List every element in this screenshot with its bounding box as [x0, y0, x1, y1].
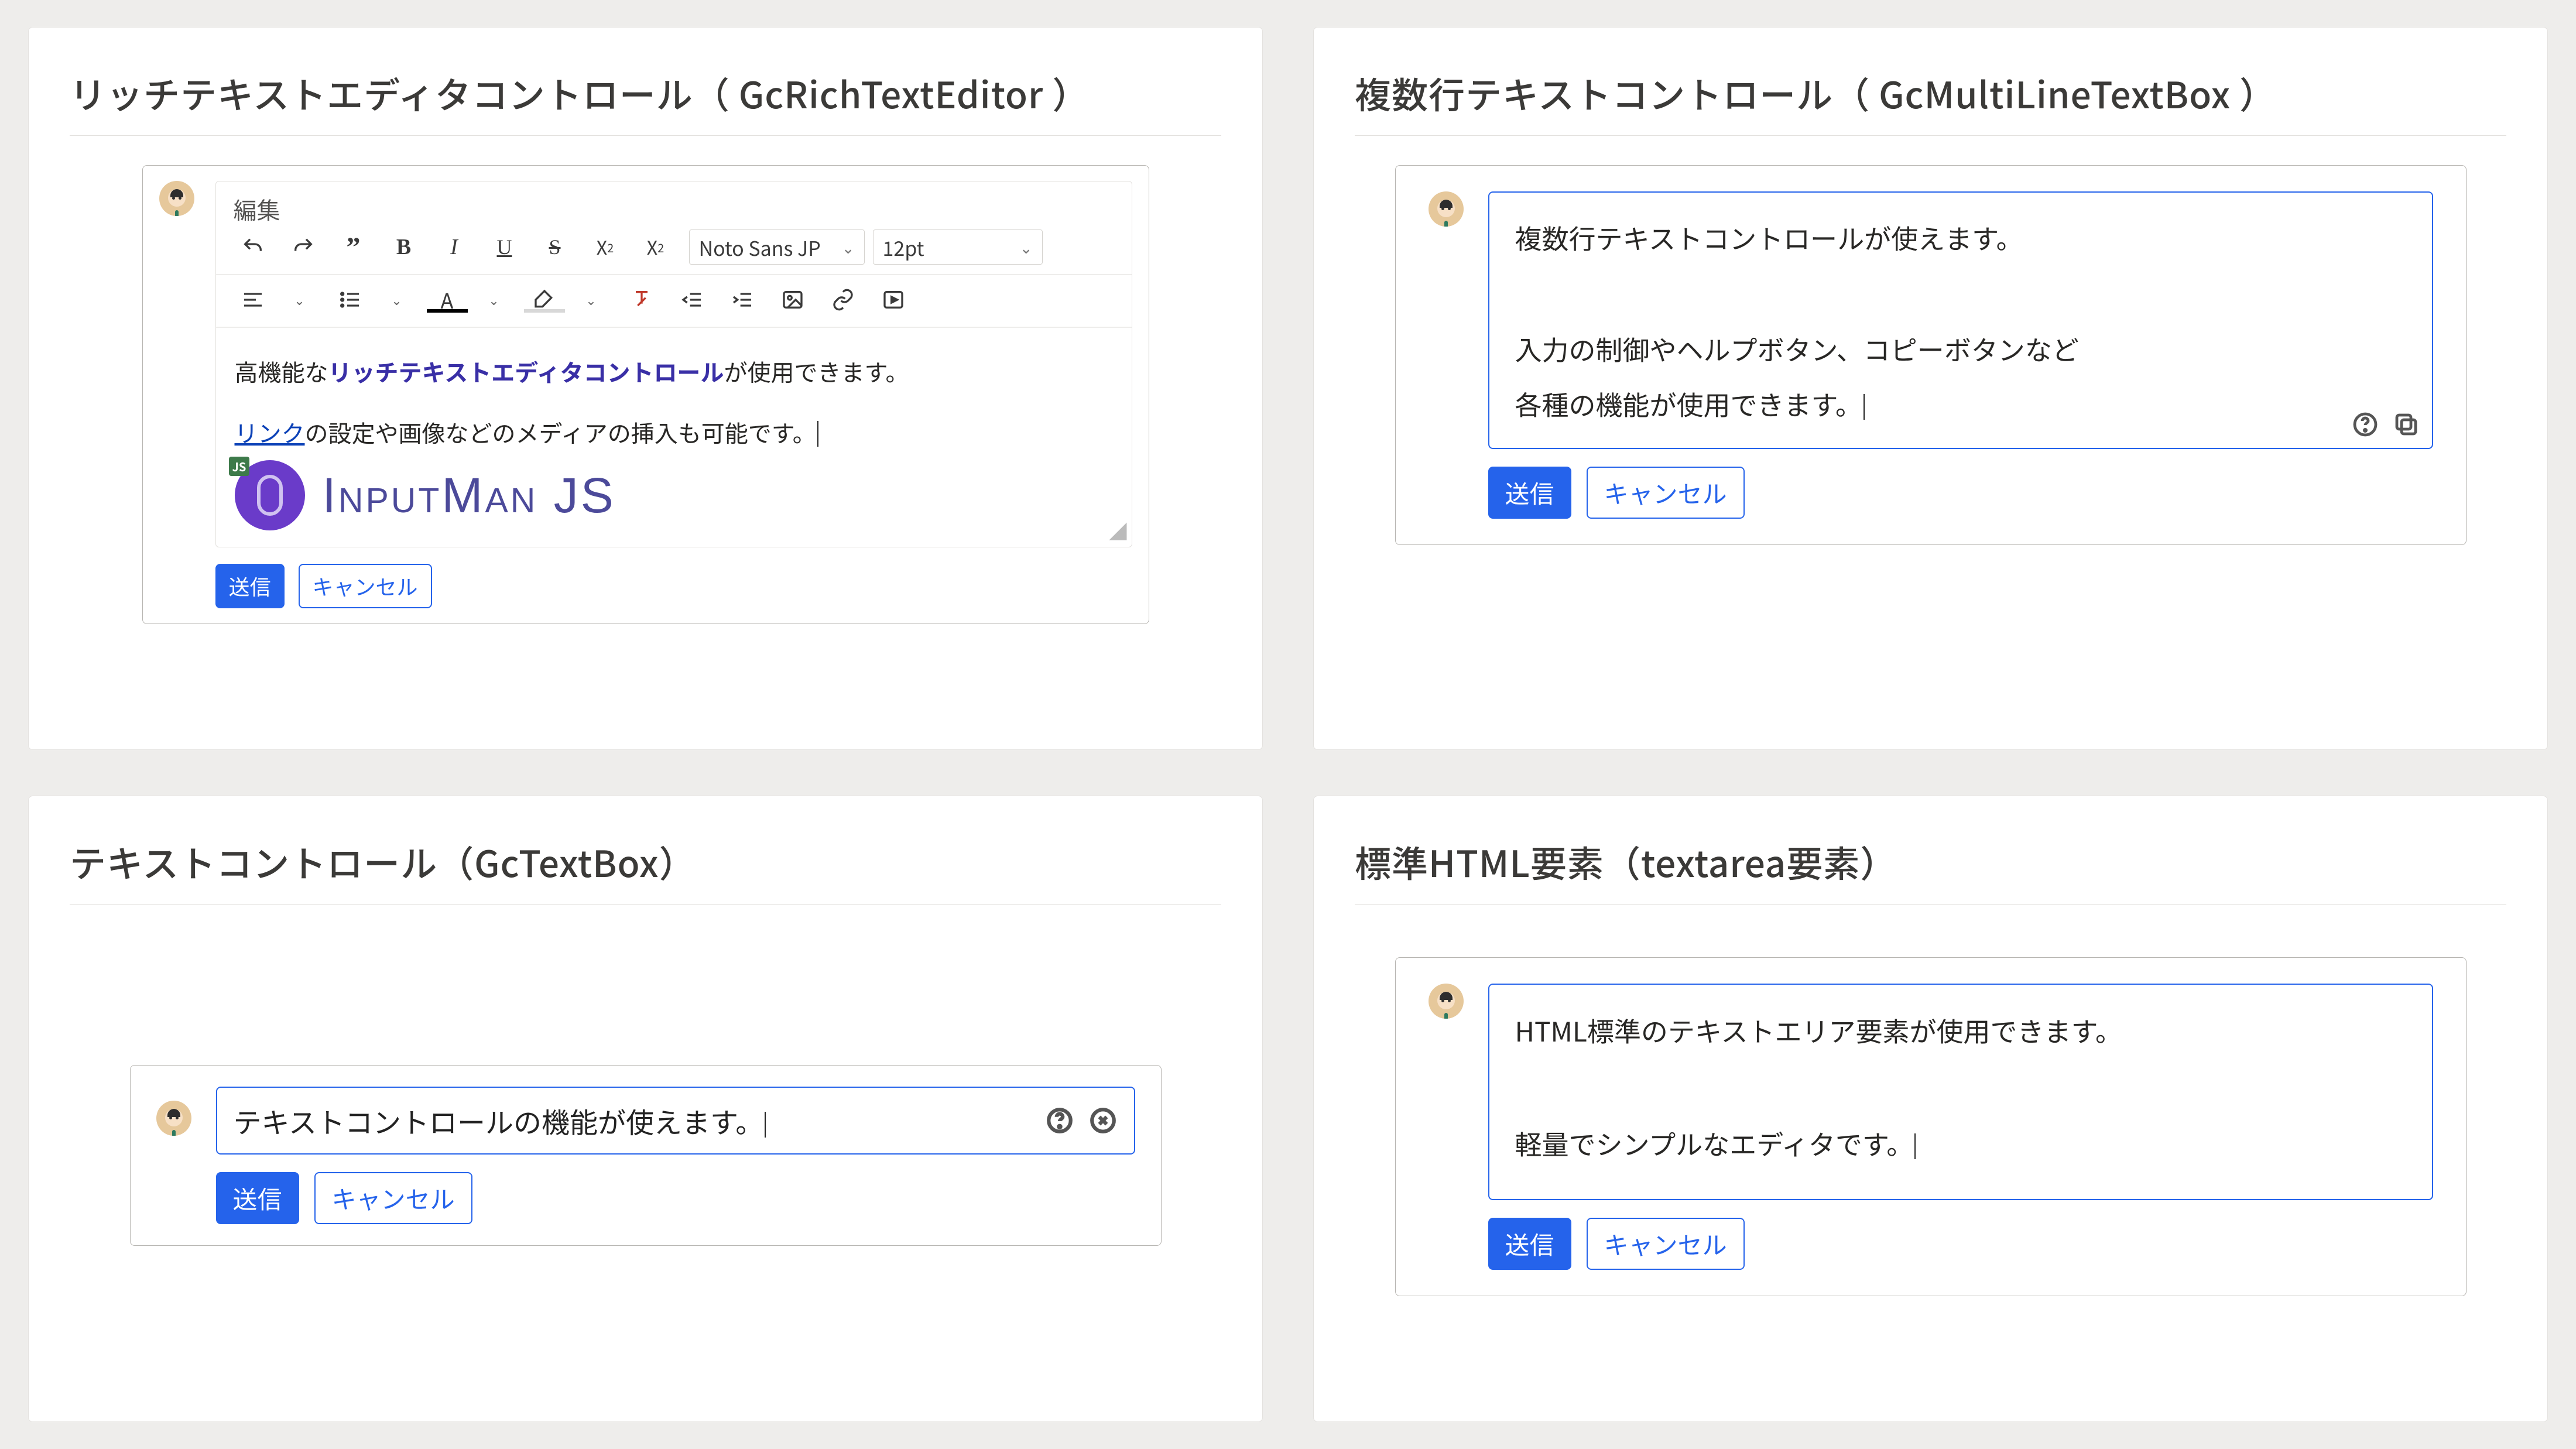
comment-container: 複数行テキストコントロールが使えます。 入力の制御やヘルプボタン、コピーボタンな…	[1395, 165, 2467, 545]
redo-icon[interactable]	[278, 229, 328, 265]
send-button[interactable]: 送信	[216, 1172, 299, 1224]
text-line: 複数行テキストコントロールが使えます。	[1515, 210, 2406, 266]
action-row: 送信 キャンセル	[216, 1172, 1135, 1224]
caret-icon	[765, 1112, 766, 1138]
superscript-icon[interactable]: X2	[580, 229, 631, 265]
avatar	[156, 1101, 191, 1136]
indent-icon[interactable]	[717, 282, 768, 317]
cancel-button[interactable]: キャンセル	[299, 564, 432, 608]
menu-edit[interactable]: 編集	[216, 181, 1132, 229]
card-title: テキストコントロール（GcTextBox）	[70, 835, 1221, 888]
text-line: 軽量でシンプルなエディタです。	[1515, 1115, 2406, 1172]
text-line: 各種の機能が使用できます。	[1515, 376, 2406, 432]
separator	[1355, 135, 2506, 136]
help-icon[interactable]	[1045, 1106, 1074, 1135]
link-text[interactable]: リンク	[235, 415, 305, 449]
toolbar-row-1: ” B I U S X2 X2 Noto Sans JP ⌄ 12pt ⌄	[216, 229, 1132, 275]
list-icon[interactable]	[325, 282, 375, 317]
comment-container: 編集 ” B I U S X2 X2 Noto Sans JP ⌄	[142, 165, 1149, 624]
send-button[interactable]: 送信	[1488, 467, 1571, 519]
font-size-select[interactable]: 12pt ⌄	[873, 229, 1043, 265]
multiline-input[interactable]: 複数行テキストコントロールが使えます。 入力の制御やヘルプボタン、コピーボタンな…	[1488, 191, 2433, 449]
card-multiline: 複数行テキストコントロール（ GcMultiLineTextBox ） 複数行テ…	[1313, 27, 2548, 750]
blockquote-icon[interactable]: ”	[328, 229, 379, 265]
chevron-down-icon: ⌄	[1020, 237, 1033, 258]
text-color-icon[interactable]: A	[422, 282, 472, 317]
comment-container: テキストコントロールの機能が使えます。 送信 キャンセル	[130, 1065, 1162, 1246]
card-richtexteditor: リッチテキストエディタコントロール（ GcRichTextEditor ） 編集…	[28, 27, 1263, 750]
underline-icon[interactable]: U	[479, 229, 530, 265]
logo-row: InputMan JS	[235, 460, 1113, 530]
bold-text: リッチテキストエディタコントロール	[328, 354, 724, 388]
caret-icon	[1914, 1133, 1916, 1159]
link-icon[interactable]	[818, 282, 868, 317]
rich-editor[interactable]: 編集 ” B I U S X2 X2 Noto Sans JP ⌄	[215, 181, 1132, 547]
clear-format-icon[interactable]	[616, 282, 667, 317]
text-line: HTML標準のテキストエリア要素が使用できます。	[1515, 1002, 2406, 1059]
text-line	[1515, 1059, 2406, 1116]
toolbar-row-2: ⌄ ⌄ A ⌄ ⌄	[216, 275, 1132, 328]
italic-icon[interactable]: I	[429, 229, 479, 265]
outdent-icon[interactable]	[667, 282, 717, 317]
content-line: リンクの設定や画像などのメディアの挿入も可能です。	[235, 410, 1113, 454]
avatar	[1429, 191, 1464, 227]
caret-icon	[1864, 394, 1865, 420]
subscript-icon[interactable]: X2	[631, 229, 681, 265]
font-family-value: Noto Sans JP	[699, 233, 821, 262]
input-value: テキストコントロールの機能が使えます。	[234, 1100, 1045, 1141]
textarea[interactable]: HTML標準のテキストエリア要素が使用できます。 軽量でシンプルなエディタです。	[1488, 984, 2433, 1200]
clear-icon[interactable]	[1088, 1106, 1118, 1135]
action-row: 送信 キャンセル	[215, 564, 1132, 608]
card-textbox: テキストコントロール（GcTextBox） テキストコントロールの機能が使えます…	[28, 796, 1263, 1422]
font-family-select[interactable]: Noto Sans JP ⌄	[689, 229, 865, 265]
align-caret-icon[interactable]: ⌄	[275, 282, 325, 317]
separator	[70, 135, 1221, 136]
card-title: 標準HTML要素（textarea要素）	[1355, 835, 2506, 888]
send-button[interactable]: 送信	[215, 564, 285, 608]
chevron-down-icon: ⌄	[842, 237, 855, 258]
card-textarea: 標準HTML要素（textarea要素） HTML標準のテキストエリア要素が使用…	[1313, 796, 2548, 1422]
help-icon[interactable]	[2351, 410, 2379, 439]
avatar	[1429, 984, 1464, 1019]
cancel-button[interactable]: キャンセル	[1587, 467, 1745, 519]
strikethrough-icon[interactable]: S	[530, 229, 580, 265]
editor-body[interactable]: 高機能なリッチテキストエディタコントロールが使用できます。 リンクの設定や画像な…	[216, 328, 1132, 547]
media-icon[interactable]	[868, 282, 919, 317]
caret-icon	[817, 421, 818, 447]
list-caret-icon[interactable]: ⌄	[372, 282, 422, 317]
comment-container: HTML標準のテキストエリア要素が使用できます。 軽量でシンプルなエディタです。…	[1395, 957, 2467, 1296]
logo-text: InputMan JS	[323, 467, 616, 524]
text-line	[1515, 266, 2406, 321]
cancel-button[interactable]: キャンセル	[1587, 1218, 1745, 1270]
content-line: 高機能なリッチテキストエディタコントロールが使用できます。	[235, 349, 1113, 393]
copy-icon[interactable]	[2392, 410, 2420, 439]
bold-icon[interactable]: B	[379, 229, 429, 265]
text-color-caret-icon[interactable]: ⌄	[469, 282, 519, 317]
undo-icon[interactable]	[228, 229, 278, 265]
cancel-button[interactable]: キャンセル	[314, 1172, 472, 1224]
action-row: 送信 キャンセル	[1488, 1218, 2433, 1270]
logo-badge-icon	[235, 460, 305, 530]
send-button[interactable]: 送信	[1488, 1218, 1571, 1270]
card-title: 複数行テキストコントロール（ GcMultiLineTextBox ）	[1355, 66, 2506, 119]
highlight-caret-icon[interactable]: ⌄	[566, 282, 616, 317]
font-size-value: 12pt	[883, 233, 924, 262]
separator	[1355, 904, 2506, 905]
resize-grip-icon[interactable]: ◢	[1109, 518, 1127, 543]
highlight-icon[interactable]	[519, 282, 570, 317]
image-icon[interactable]	[768, 282, 818, 317]
text-line: 入力の制御やヘルプボタン、コピーボタンなど	[1515, 321, 2406, 377]
action-row: 送信 キャンセル	[1488, 467, 2433, 519]
card-title: リッチテキストエディタコントロール（ GcRichTextEditor ）	[70, 66, 1221, 119]
avatar	[159, 181, 194, 216]
align-icon[interactable]	[228, 282, 278, 317]
separator	[70, 904, 1221, 905]
text-input[interactable]: テキストコントロールの機能が使えます。	[216, 1087, 1135, 1155]
